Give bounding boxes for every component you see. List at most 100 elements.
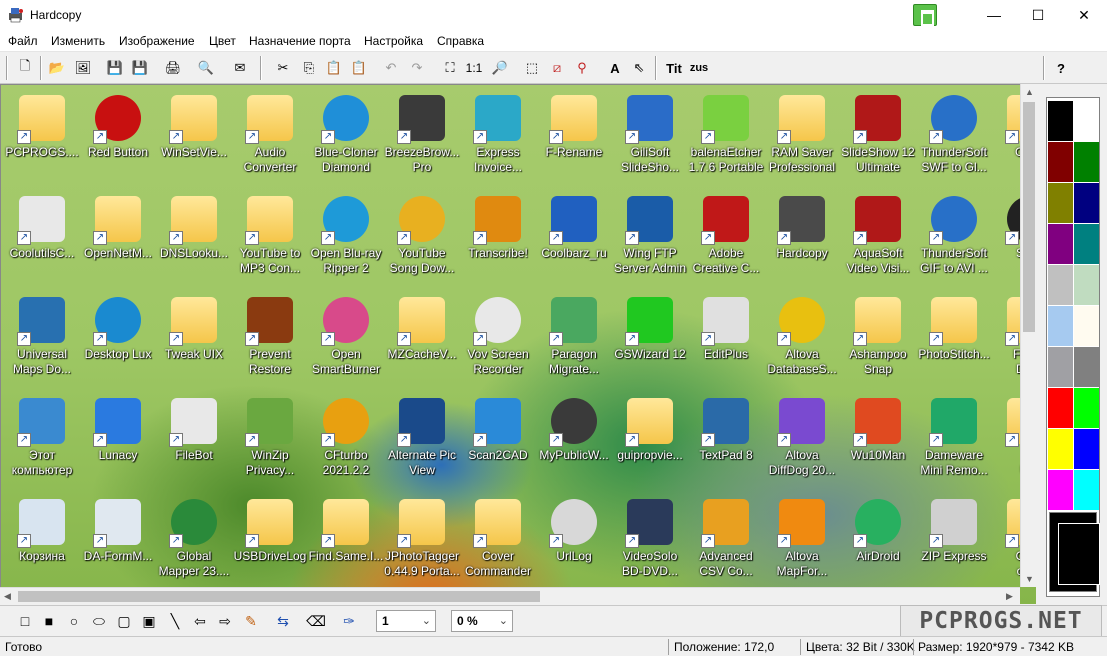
desktop-icon[interactable]: PhotoStitch... <box>916 291 992 387</box>
desktop-icon[interactable]: MZCacheV... <box>384 291 460 387</box>
scroll-right-icon[interactable]: ▶ <box>1006 591 1013 602</box>
desktop-icon[interactable]: Audio Converter <box>232 89 308 185</box>
desktop-icon[interactable]: Transcribe! <box>460 190 536 286</box>
color-swatch[interactable] <box>1048 470 1073 510</box>
title-button[interactable]: Tit <box>662 57 686 79</box>
maximize-button[interactable]: ☐ <box>1015 0 1061 30</box>
color-swatch[interactable] <box>1048 306 1073 346</box>
desktop-icon[interactable]: AquaSoft Video Visi... <box>840 190 916 286</box>
desktop-icon[interactable]: FileBot <box>156 392 232 488</box>
rectangle-tool-icon[interactable]: □ <box>14 611 36 631</box>
desktop-icon[interactable]: PCPROGS.... <box>4 89 80 185</box>
rounded-rect-tool-icon[interactable]: ▢ <box>113 611 135 631</box>
arrow-left-tool-icon[interactable]: ⇦ <box>189 611 211 631</box>
desktop-icon[interactable]: RAM Saver Professional <box>764 89 840 185</box>
download-tray-icon[interactable] <box>913 4 937 26</box>
filled-rectangle-tool-icon[interactable]: ■ <box>38 611 60 631</box>
pencil-tool-icon[interactable]: ✎ <box>240 611 262 631</box>
undo-icon[interactable]: ↶ <box>380 57 402 79</box>
color-swatch[interactable] <box>1074 347 1099 387</box>
desktop-icon[interactable]: Universal Maps Do... <box>4 291 80 387</box>
help-question-button[interactable]: ? <box>1050 57 1072 79</box>
desktop-icon[interactable]: F-Rename <box>536 89 612 185</box>
desktop-icon[interactable]: OpenNetM... <box>80 190 156 286</box>
zoom-icon[interactable]: 🔎 <box>489 57 511 79</box>
desktop-icon[interactable]: ZIP Express <box>916 493 992 589</box>
color-swatch[interactable] <box>1074 429 1099 469</box>
minimize-button[interactable]: — <box>971 0 1017 30</box>
desktop-icon[interactable]: Find.Same.I... <box>308 493 384 589</box>
select-rect-icon[interactable]: ⬚ <box>521 57 543 79</box>
color-swatch[interactable] <box>1048 347 1073 387</box>
desktop-icon[interactable]: Open SmartBurner <box>308 291 384 387</box>
desktop-icon[interactable]: CoolutilsC... <box>4 190 80 286</box>
color-picker-icon[interactable]: ✑ <box>338 611 360 631</box>
desktop-icon[interactable]: Wing FTP Server Admin <box>612 190 688 286</box>
new-file-icon[interactable]: 🗋 <box>14 57 36 79</box>
desktop-icon[interactable]: Ashampoo Snap <box>840 291 916 387</box>
desktop-icon[interactable]: Prevent Restore <box>232 291 308 387</box>
desktop-icon[interactable]: Global Mapper 23.... <box>156 493 232 589</box>
color-swatch[interactable] <box>1074 224 1099 264</box>
color-swatch[interactable] <box>1074 265 1099 305</box>
pointer-icon[interactable]: ⇖ <box>628 57 650 79</box>
desktop-icon[interactable]: TextPad 8 <box>688 392 764 488</box>
filled-rounded-rect-tool-icon[interactable]: ▣ <box>138 611 160 631</box>
desktop-icon[interactable]: Vov Screen Recorder <box>460 291 536 387</box>
add-button[interactable]: zus <box>687 57 711 79</box>
redo-icon[interactable]: ↷ <box>406 57 428 79</box>
desktop-icon[interactable]: GiliSoft SlideSho... <box>612 89 688 185</box>
paste-special-icon[interactable]: 📋 <box>348 57 370 79</box>
desktop-icon[interactable]: ThunderSoft SWF to Gl... <box>916 89 992 185</box>
desktop-icon[interactable]: Lunacy <box>80 392 156 488</box>
desktop-icon[interactable]: Altova DiffDog 20... <box>764 392 840 488</box>
color-swatch[interactable] <box>1048 388 1073 428</box>
save-icon[interactable]: 💾 <box>104 57 126 79</box>
color-swatch[interactable] <box>1048 429 1073 469</box>
fill-icon[interactable]: ⚲ <box>571 57 593 79</box>
color-swatch[interactable] <box>1074 388 1099 428</box>
paste-icon[interactable]: 📋 <box>323 57 345 79</box>
desktop-icon[interactable]: EditPlus <box>688 291 764 387</box>
menu-image[interactable]: Изображение <box>119 34 195 48</box>
color-swatch[interactable] <box>1074 306 1099 346</box>
desktop-icon[interactable]: balenaEtcher 1.7.6 Portable <box>688 89 764 185</box>
desktop-icon[interactable]: Advanced CSV Co... <box>688 493 764 589</box>
desktop-icon[interactable]: ThunderSoft GIF to AVI ... <box>916 190 992 286</box>
vertical-scrollbar[interactable]: ▲ ▼ <box>1020 84 1037 587</box>
desktop-icon[interactable]: Blue-Cloner Diamond <box>308 89 384 185</box>
scroll-down-icon[interactable]: ▼ <box>1025 574 1034 584</box>
desktop-icon[interactable]: JPhotoTagger 0.44.9 Porta... <box>384 493 460 589</box>
color-swatch[interactable] <box>1048 224 1073 264</box>
close-button[interactable]: ✕ <box>1061 0 1107 30</box>
image-canvas[interactable]: PCPROGS.... Red Button WinSetVie... Audio C… <box>0 84 1036 604</box>
eraser-icon[interactable]: ⌫ <box>305 611 327 631</box>
desktop-icon[interactable]: Paragon Migrate... <box>536 291 612 387</box>
desktop-icon[interactable]: WinZip Privacy... <box>232 392 308 488</box>
desktop-icon[interactable]: MyPublicW... <box>536 392 612 488</box>
horizontal-scroll-thumb[interactable] <box>18 591 540 602</box>
transparency-dropdown[interactable]: 0 % ⌄ <box>451 610 513 632</box>
color-swatch[interactable] <box>1074 101 1099 141</box>
color-swatch[interactable] <box>1048 101 1073 141</box>
color-swatch[interactable] <box>1074 142 1099 182</box>
desktop-icon[interactable]: Coolbarz_ru <box>536 190 612 286</box>
desktop-icon[interactable]: YouTube to MP3 Con... <box>232 190 308 286</box>
zoom-1-1-button[interactable]: 1:1 <box>463 57 485 79</box>
open-folder-icon[interactable]: 📂 <box>46 57 68 79</box>
scroll-left-icon[interactable]: ◀ <box>4 591 11 602</box>
text-tool-button[interactable]: A <box>604 57 626 79</box>
horizontal-scrollbar[interactable]: ◀ ▶ <box>0 587 1020 604</box>
color-swatch[interactable] <box>1048 142 1073 182</box>
arrow-right-tool-icon[interactable]: ⇨ <box>214 611 236 631</box>
copy-icon[interactable]: ⎘ <box>298 57 320 79</box>
desktop-icon[interactable]: GSWizard 12 <box>612 291 688 387</box>
color-swatch[interactable] <box>1048 183 1073 223</box>
desktop-icon[interactable]: Dameware Mini Remo... <box>916 392 992 488</box>
desktop-icon[interactable]: Hardcopy <box>764 190 840 286</box>
cut-icon[interactable]: ✂ <box>272 57 294 79</box>
menu-color[interactable]: Цвет <box>209 34 236 48</box>
color-swatch[interactable] <box>1048 265 1073 305</box>
desktop-icon[interactable]: VideoSolo BD-DVD... <box>612 493 688 589</box>
color-swap-icon[interactable]: ⇆ <box>272 611 294 631</box>
